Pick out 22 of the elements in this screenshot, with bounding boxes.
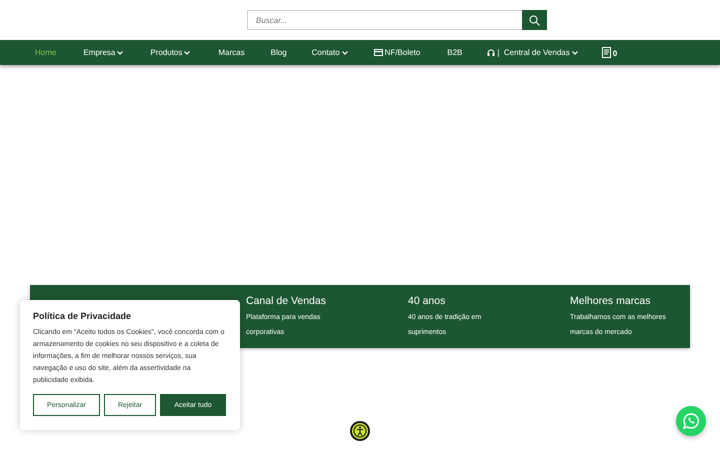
- nav-link[interactable]: Produtos: [150, 48, 190, 57]
- headset-icon: [487, 49, 496, 56]
- cart-button[interactable]: 0: [602, 47, 618, 58]
- nav-link[interactable]: B2B: [447, 48, 462, 57]
- search-field[interactable]: Buscar...: [247, 10, 522, 30]
- feature-title: Melhores marcas: [570, 295, 652, 307]
- feature-title: Canal de Vendas: [246, 295, 327, 307]
- nav-link[interactable]: Marcas: [218, 48, 245, 57]
- search-button[interactable]: [522, 10, 547, 30]
- feature-title: 40 anos: [408, 295, 446, 307]
- card-icon: [374, 49, 383, 56]
- nav-link[interactable]: Blog: [270, 48, 287, 57]
- search-icon: [529, 14, 540, 26]
- nav-link[interactable]: | Central de Vendas: [487, 48, 578, 57]
- nav-link[interactable]: Home: [35, 48, 56, 57]
- phone-chat-icon: [682, 412, 700, 430]
- receipt-icon: [602, 47, 613, 58]
- nav-link[interactable]: NF/Boleto: [374, 48, 420, 57]
- popup-title: Política de Privacidade: [33, 311, 132, 321]
- nav-link[interactable]: Contato: [312, 48, 348, 57]
- accessibility-icon[interactable]: [349, 420, 371, 442]
- nav-link[interactable]: Empresa: [83, 48, 124, 57]
